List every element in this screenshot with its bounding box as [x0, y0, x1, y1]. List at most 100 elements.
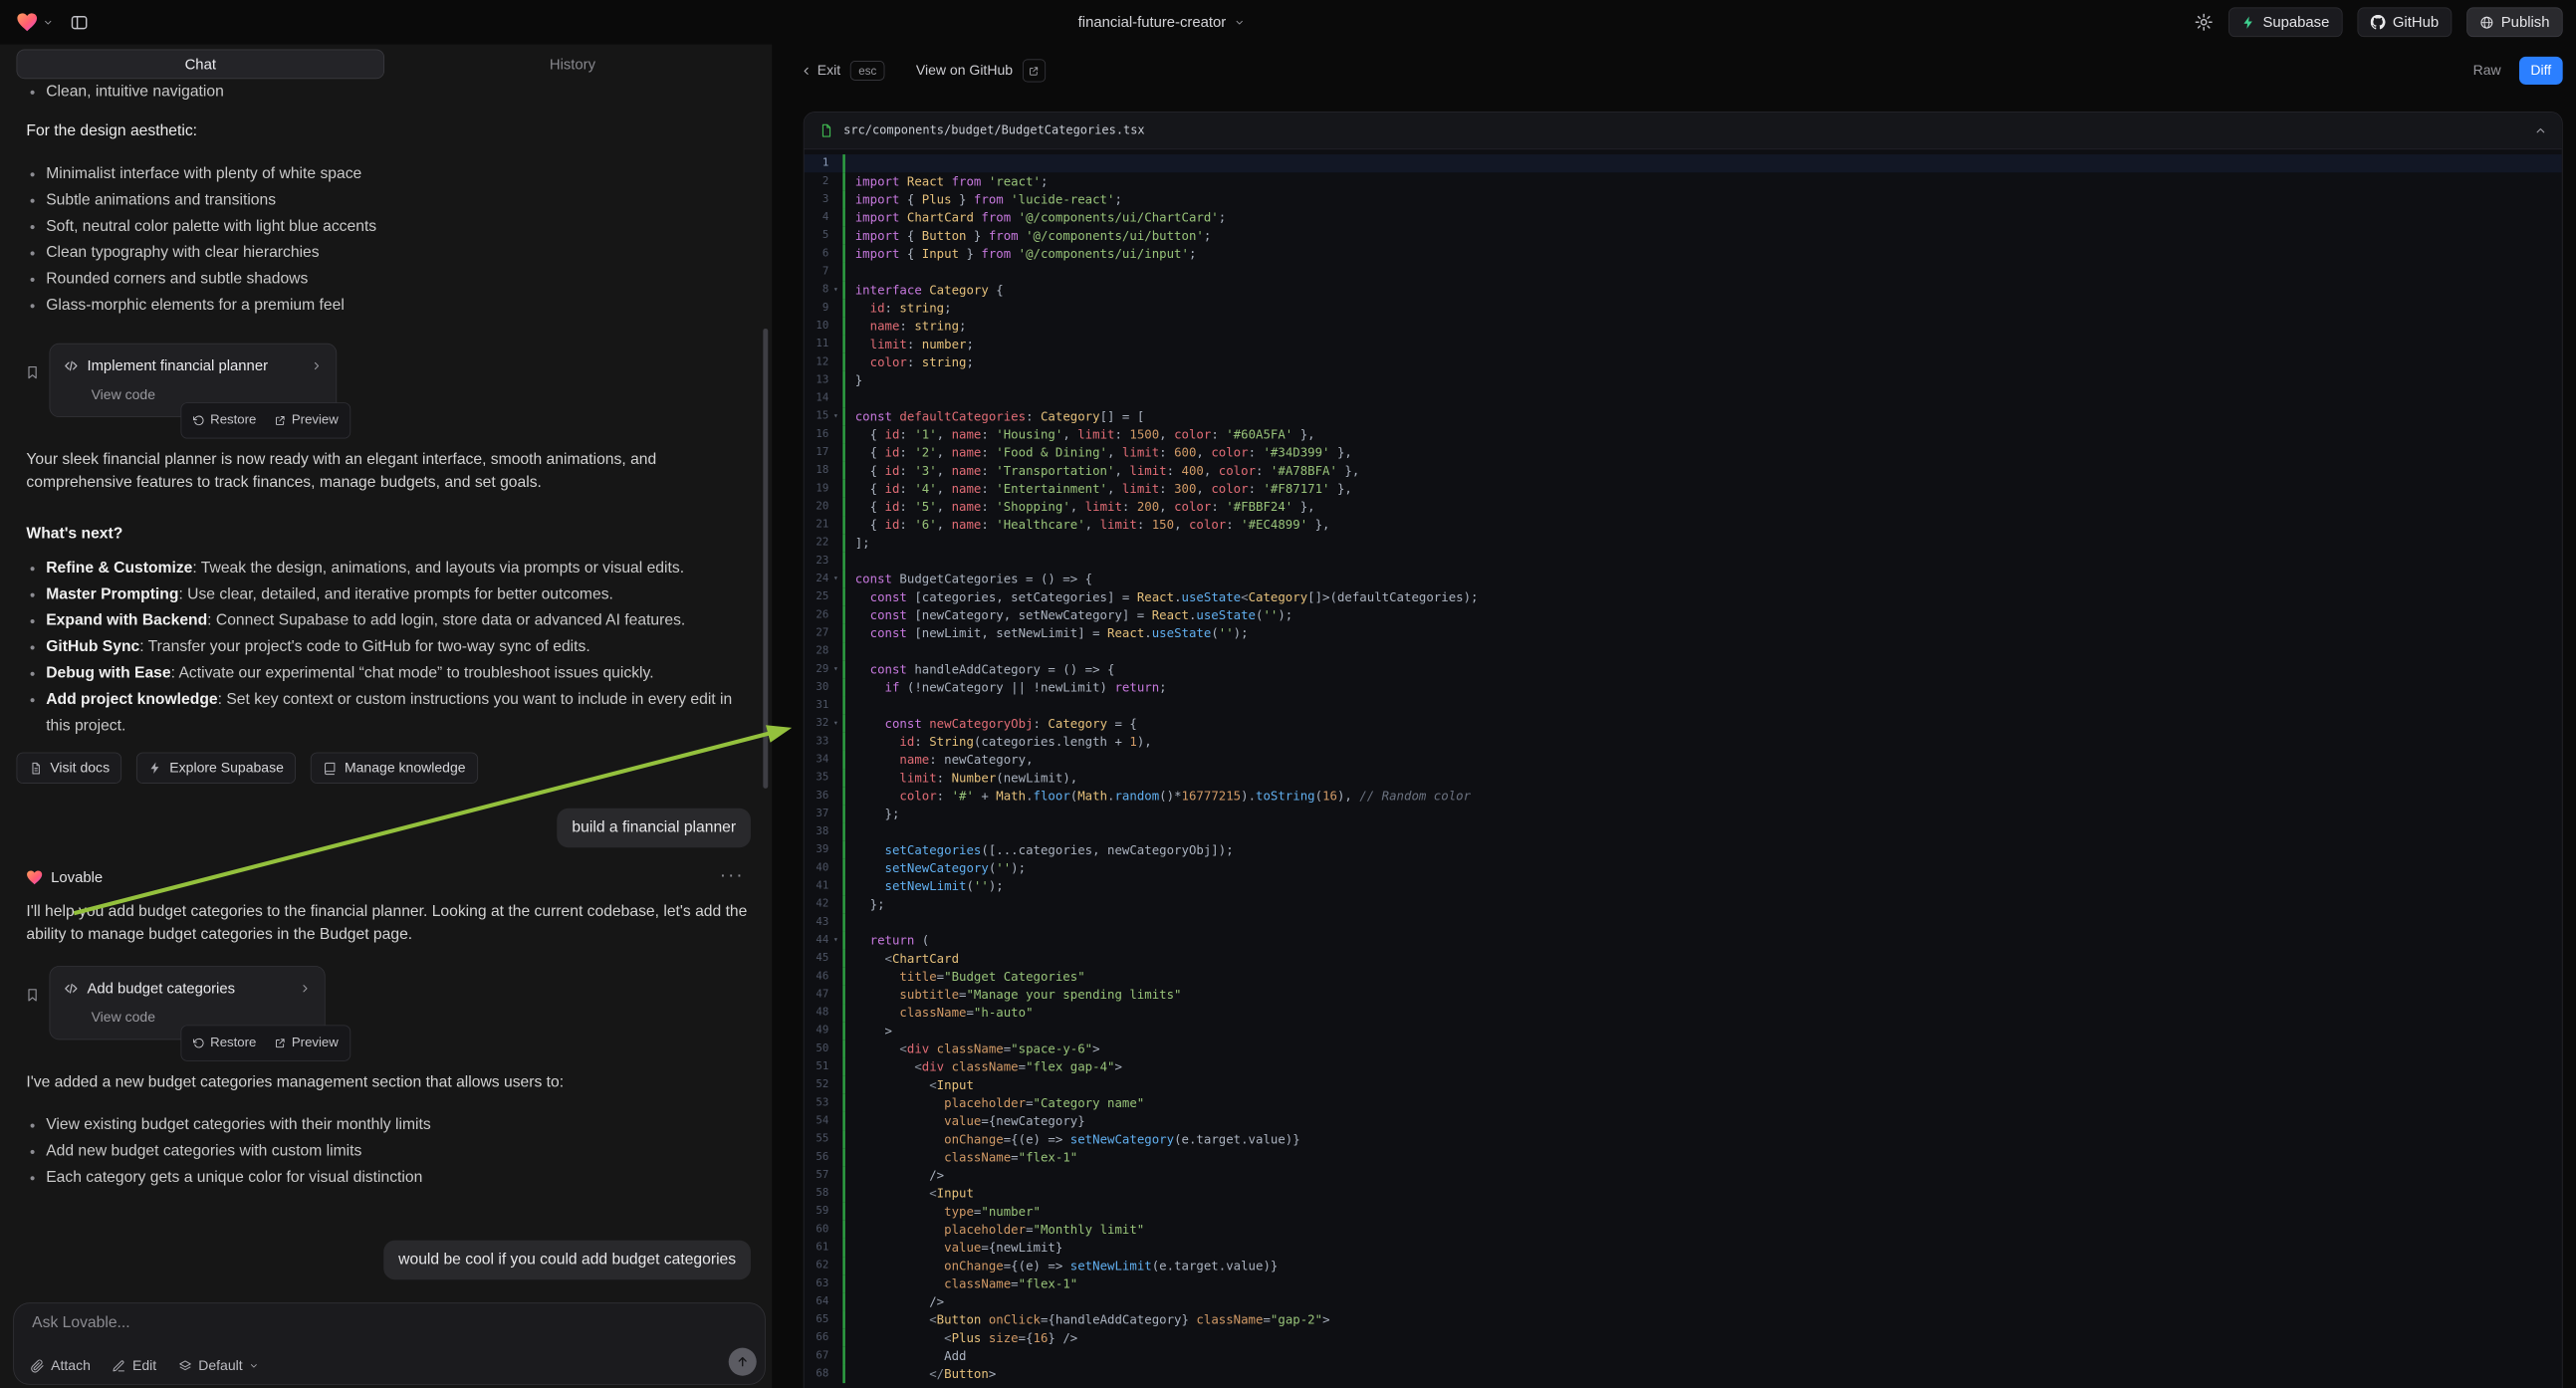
bookmark-icon[interactable] [25, 361, 41, 384]
gear-icon [2194, 12, 2214, 32]
code-text: const newCategoryObj: Category = { [842, 715, 2562, 733]
code-text: subtitle="Manage your spending limits" [842, 986, 2562, 1004]
code-text: type="number" [842, 1203, 2562, 1221]
list-item: Master Prompting: Use clear, detailed, a… [26, 581, 751, 607]
code-line: 25 const [categories, setCategories] = R… [805, 588, 2562, 606]
diff-toggle-button[interactable]: Diff [2519, 57, 2563, 85]
code-text: /> [842, 1292, 2562, 1310]
explore-supabase-button[interactable]: Explore Supabase [136, 753, 296, 784]
fold-toggle-icon [828, 624, 842, 642]
publish-button[interactable]: Publish [2466, 7, 2563, 37]
exit-button[interactable]: Exit [800, 63, 840, 79]
chat-input[interactable] [31, 1313, 716, 1333]
code-line: 53 placeholder="Category name" [805, 1094, 2562, 1112]
raw-toggle-button[interactable]: Raw [2473, 63, 2501, 79]
collapse-button[interactable] [2534, 124, 2547, 137]
code-text: const handleAddCategory = () => { [842, 660, 2562, 678]
next-steps-list: Refine & Customize: Tweak the design, an… [26, 556, 751, 740]
code-line: 52 <Input [805, 1076, 2562, 1094]
line-number: 29 [805, 660, 829, 678]
code-icon [64, 981, 80, 997]
view-on-github-link[interactable]: View on GitHub [916, 63, 1013, 79]
restore-button[interactable]: Restore [193, 1032, 257, 1054]
code-line: 49 > [805, 1022, 2562, 1040]
fold-toggle-icon [828, 733, 842, 751]
external-link-badge[interactable] [1023, 59, 1046, 82]
list-item: Debug with Ease: Activate our experiment… [26, 660, 751, 686]
fold-toggle-icon [828, 1022, 842, 1040]
project-name: financial-future-creator [1078, 14, 1227, 31]
lovable-logo-button[interactable] [16, 12, 53, 32]
line-number: 59 [805, 1203, 829, 1221]
supabase-label: Supabase [2262, 14, 2329, 31]
fold-toggle-icon [828, 245, 842, 263]
line-number: 4 [805, 209, 829, 227]
fold-toggle-icon[interactable]: ▾ [828, 407, 842, 425]
message-menu-button[interactable]: ··· [720, 864, 745, 887]
preview-button[interactable]: Preview [275, 409, 339, 432]
code-line: 12 color: string; [805, 353, 2562, 371]
code-line: 13} [805, 371, 2562, 389]
settings-button[interactable] [2194, 12, 2214, 32]
fold-toggle-icon [828, 769, 842, 787]
line-number: 46 [805, 968, 829, 986]
code-line: 18 { id: '3', name: 'Transportation', li… [805, 462, 2562, 480]
tab-history[interactable]: History [389, 49, 756, 79]
chevron-left-icon [800, 65, 812, 77]
code-line: 11 limit: number; [805, 336, 2562, 353]
visit-docs-button[interactable]: Visit docs [16, 753, 121, 784]
mode-selector[interactable]: Default [178, 1358, 260, 1374]
line-number: 63 [805, 1274, 829, 1292]
fold-toggle-icon[interactable]: ▾ [828, 931, 842, 949]
preview-button[interactable]: Preview [275, 1032, 339, 1054]
code-line: 2import React from 'react'; [805, 172, 2562, 190]
line-number: 61 [805, 1239, 829, 1257]
github-label: GitHub [2393, 14, 2439, 31]
design-heading: For the design aesthetic: [26, 119, 751, 142]
lovable-heart-icon [16, 12, 37, 32]
line-number: 34 [805, 751, 829, 769]
code-line: 67 Add [805, 1347, 2562, 1365]
code-text: onChange={(e) => setNewLimit(e.target.va… [842, 1257, 2562, 1274]
fold-toggle-icon[interactable]: ▾ [828, 660, 842, 678]
restore-button[interactable]: Restore [193, 409, 257, 432]
line-number: 2 [805, 172, 829, 190]
list-item: Soft, neutral color palette with light b… [26, 213, 751, 239]
github-button[interactable]: GitHub [2357, 7, 2452, 37]
chat-scrollbar[interactable] [763, 329, 768, 789]
manage-knowledge-button[interactable]: Manage knowledge [311, 753, 478, 784]
code-text [842, 389, 2562, 407]
send-button[interactable] [729, 1348, 757, 1376]
fold-toggle-icon[interactable]: ▾ [828, 281, 842, 299]
code-line: 32▾ const newCategoryObj: Category = { [805, 715, 2562, 733]
line-number: 24 [805, 570, 829, 587]
sidebar-toggle-button[interactable] [70, 13, 89, 32]
code-text: import { Button } from '@/components/ui/… [842, 227, 2562, 245]
attach-button[interactable]: Attach [31, 1358, 91, 1374]
tab-chat[interactable]: Chat [16, 49, 384, 79]
list-item: View existing budget categories with the… [26, 1112, 751, 1138]
restore-label: Restore [210, 409, 256, 432]
fold-toggle-icon [828, 1076, 842, 1094]
line-number: 51 [805, 1057, 829, 1075]
project-selector[interactable]: financial-future-creator [1078, 0, 1246, 45]
edit-button[interactable]: Edit [112, 1358, 156, 1374]
assistant-paragraph: I've added a new budget categories manag… [26, 1071, 751, 1094]
supabase-button[interactable]: Supabase [2228, 7, 2343, 37]
line-number: 67 [805, 1347, 829, 1365]
code-line: 41 setNewLimit(''); [805, 877, 2562, 895]
fold-toggle-icon [828, 1148, 842, 1166]
fold-toggle-icon[interactable]: ▾ [828, 570, 842, 587]
fold-toggle-icon [828, 968, 842, 986]
code-text: className="flex-1" [842, 1148, 2562, 1166]
code-text: color: '#' + Math.floor(Math.random()*16… [842, 787, 2562, 805]
file-header[interactable]: src/components/budget/BudgetCategories.t… [805, 113, 2562, 149]
attach-label: Attach [51, 1358, 91, 1374]
code-line: 31 [805, 697, 2562, 715]
fold-toggle-icon[interactable]: ▾ [828, 715, 842, 733]
code-text: id: String(categories.length + 1), [842, 733, 2562, 751]
code-text: }; [842, 895, 2562, 913]
code-text: name: string; [842, 317, 2562, 335]
bookmark-icon[interactable] [25, 984, 41, 1007]
fold-toggle-icon [828, 1130, 842, 1148]
